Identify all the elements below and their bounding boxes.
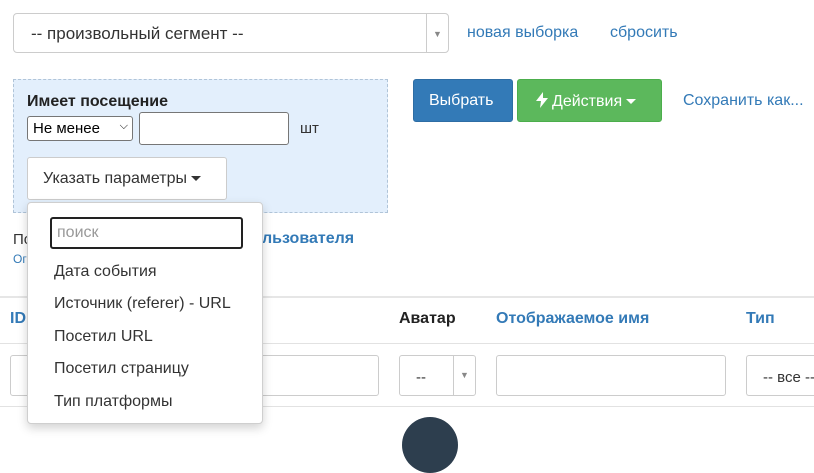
type-filter-select[interactable]: -- все -- — [746, 355, 814, 396]
dropdown-search-input[interactable] — [52, 219, 241, 247]
column-display-name[interactable]: Отображаемое имя — [496, 310, 649, 328]
type-filter-value: -- все -- — [763, 369, 814, 386]
menu-item-visited-url[interactable]: Посетил URL — [54, 328, 153, 346]
choose-button[interactable]: Выбрать — [413, 79, 513, 122]
chevron-down-icon: ⌵ — [119, 120, 128, 132]
unit-label: шт — [300, 120, 319, 137]
new-selection-link[interactable]: новая выборка — [467, 24, 578, 42]
save-as-link[interactable]: Сохранить как... — [683, 92, 804, 110]
segment-select-value: -- произвольный сегмент -- — [31, 24, 244, 43]
count-input[interactable] — [139, 112, 289, 145]
menu-item-event-date[interactable]: Дата события — [54, 263, 157, 281]
actions-button[interactable]: Действия — [517, 79, 662, 122]
menu-item-visited-page[interactable]: Посетил страницу — [54, 360, 189, 378]
avatar — [402, 417, 458, 473]
caret-down-icon — [626, 99, 637, 105]
display-name-filter-input[interactable] — [496, 355, 726, 396]
segment-select[interactable]: -- произвольный сегмент -- ▼ — [13, 13, 449, 53]
reset-link[interactable]: сбросить — [610, 24, 678, 42]
column-id[interactable]: ID — [10, 310, 26, 328]
hidden-link[interactable]: Ог — [13, 252, 27, 266]
chevron-down-icon: ▼ — [433, 29, 442, 39]
choose-label: Выбрать — [429, 92, 494, 109]
menu-item-referer-url[interactable]: Источник (referer) - URL — [54, 295, 231, 313]
actions-label: Действия — [552, 93, 623, 110]
specify-params-label: Указать параметры — [43, 170, 187, 187]
caret-down-icon — [190, 176, 201, 182]
avatar-filter-select[interactable]: -- ▼ — [399, 355, 476, 396]
comparison-select[interactable]: Не менее ⌵ — [27, 116, 133, 141]
params-dropdown-menu: Дата события Источник (referer) - URL По… — [27, 202, 263, 424]
column-avatar: Аватар — [399, 310, 456, 327]
specify-params-button[interactable]: Указать параметры — [27, 157, 227, 200]
comparison-value: Не менее — [33, 120, 100, 137]
filter-title: Имеет посещение — [27, 93, 169, 110]
avatar-filter-value: -- — [416, 369, 426, 386]
segment-select-arrow[interactable]: ▼ — [426, 14, 448, 52]
user-link[interactable]: льзователя — [262, 230, 354, 248]
lightning-icon — [536, 92, 548, 108]
dropdown-search[interactable] — [50, 217, 243, 249]
menu-item-platform-type[interactable]: Тип платформы — [54, 393, 172, 411]
chevron-down-icon: ▼ — [460, 370, 469, 380]
column-type[interactable]: Тип — [746, 310, 775, 328]
